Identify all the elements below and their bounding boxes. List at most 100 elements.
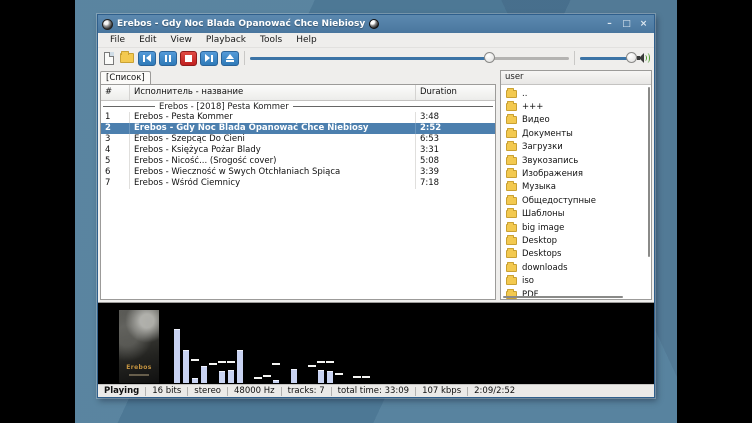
group-line [103, 106, 155, 107]
spectrum-peak-marker [218, 361, 226, 363]
folder-icon [506, 237, 517, 245]
menu-playback[interactable]: Playback [200, 34, 252, 46]
spectrum-bar-slot [282, 303, 288, 383]
track-row[interactable]: 3Erebos - Szepcąc Do Cieni6:53 [101, 134, 495, 145]
status-segment: total time: 33:09 [332, 386, 415, 396]
menu-tools[interactable]: Tools [254, 34, 288, 46]
folder-item[interactable]: PDF [501, 288, 651, 300]
next-button[interactable] [200, 51, 218, 66]
group-line [293, 106, 493, 107]
folder-label: +++ [522, 102, 543, 112]
close-button[interactable]: × [637, 16, 650, 32]
speaker-icon [637, 52, 651, 64]
folder-item[interactable]: Музыка [501, 181, 651, 194]
open-folder-button[interactable] [120, 51, 136, 66]
main-area: [Список] # Исполнитель - название Durati… [98, 68, 654, 302]
track-row[interactable]: 5Erebos - Nicość... (Srogość cover)5:08 [101, 156, 495, 167]
minimize-button[interactable]: – [603, 16, 616, 32]
spectrum-bar [273, 380, 279, 383]
track-title: Erebos - Gdy Noc Blada Opanować Chce Nie… [129, 123, 415, 134]
spectrum-analyzer [174, 303, 652, 383]
album-group-row[interactable]: Erebos - [2018] Pesta Kommer [101, 101, 495, 112]
toolbar [98, 48, 654, 68]
volume-slider[interactable] [580, 51, 635, 66]
track-row[interactable]: 6Erebos - Wieczność w Swych Otchłaniach … [101, 167, 495, 178]
folder-item[interactable]: Видео [501, 114, 651, 127]
eject-button[interactable] [221, 51, 239, 66]
folder-icon [506, 157, 517, 165]
folder-item[interactable]: iso [501, 274, 651, 287]
tab-playlist[interactable]: [Список] [100, 71, 151, 84]
open-file-button[interactable] [101, 51, 117, 66]
spectrum-bar-slot [192, 303, 198, 383]
menu-help[interactable]: Help [290, 34, 323, 46]
folder-item[interactable]: Шаблоны [501, 208, 651, 221]
track-row[interactable]: 2Erebos - Gdy Noc Blada Opanować Chce Ni… [101, 123, 495, 134]
column-header-number[interactable]: # [101, 85, 129, 100]
track-row[interactable]: 7Erebos - Wśród Ciemnicy7:18 [101, 178, 495, 189]
folder-icon [506, 170, 517, 178]
track-number: 7 [101, 178, 129, 189]
column-header-duration[interactable]: Duration [415, 85, 495, 100]
vertical-scrollbar[interactable] [648, 87, 650, 257]
menu-edit[interactable]: Edit [133, 34, 162, 46]
file-browser-header[interactable]: user [501, 71, 651, 85]
album-art: Erebos [119, 310, 159, 383]
seek-handle[interactable] [484, 52, 495, 63]
spectrum-peak-marker [254, 377, 262, 379]
file-browser-panel: user .. +++ ВидеоДокументыЗагрузкиЗвукозап… [500, 70, 652, 300]
menu-view[interactable]: View [165, 34, 198, 46]
spectrum-bar [291, 369, 297, 383]
folder-item[interactable]: Документы [501, 127, 651, 140]
spectrum-bar [228, 370, 234, 383]
folder-item[interactable]: Desktop [501, 234, 651, 247]
volume-handle[interactable] [626, 52, 637, 63]
spectrum-peak-marker [272, 363, 280, 365]
track-row[interactable]: 1Erebos - Pesta Kommer3:48 [101, 112, 495, 123]
column-header-title[interactable]: Исполнитель - название [129, 85, 415, 100]
album-art-subtitle [129, 374, 149, 376]
folder-item[interactable]: downloads [501, 261, 651, 274]
menu-file[interactable]: File [104, 34, 131, 46]
folder-icon [506, 264, 517, 272]
pause-icon [165, 55, 171, 62]
horizontal-scrollbar[interactable] [503, 296, 623, 298]
status-segment: stereo [188, 386, 227, 396]
status-segment: 48000 Hz [228, 386, 281, 396]
folder-label: Desktop [522, 236, 557, 246]
folder-item[interactable]: Звукозапись [501, 154, 651, 167]
spectrum-bar-slot [273, 303, 279, 383]
maximize-button[interactable]: □ [620, 16, 633, 32]
spectrum-bar-slot [201, 303, 207, 383]
track-duration: 6:53 [415, 134, 495, 145]
folder-icon [506, 143, 517, 151]
spectrum-bar [174, 329, 180, 383]
track-title: Erebos - Księżyca Pożar Blady [129, 145, 415, 156]
folder-item[interactable]: Desktops [501, 248, 651, 261]
folder-item[interactable]: Изображения [501, 167, 651, 180]
previous-button[interactable] [138, 51, 156, 66]
spectrum-bar-slot [255, 303, 261, 383]
stop-button[interactable] [180, 51, 198, 66]
folder-item[interactable]: +++ [501, 100, 651, 113]
folder-icon [120, 53, 134, 63]
spectrum-bar-slot [219, 303, 225, 383]
folder-item[interactable]: .. [501, 87, 651, 100]
folder-label: .. [522, 89, 527, 99]
track-duration: 3:31 [415, 145, 495, 156]
folder-item[interactable]: Загрузки [501, 141, 651, 154]
window-title: Erebos - Gdy Noc Blada Opanować Chce Nie… [117, 19, 365, 29]
status-segment: tracks: 7 [282, 386, 331, 396]
folder-item[interactable]: big image [501, 221, 651, 234]
folder-item[interactable]: Общедоступные [501, 194, 651, 207]
spectrum-peak-marker [335, 373, 343, 375]
pause-button[interactable] [159, 51, 177, 66]
track-duration: 3:39 [415, 167, 495, 178]
menu-bar: FileEditViewPlaybackToolsHelp [98, 33, 654, 48]
folder-icon [506, 183, 517, 191]
track-number: 6 [101, 167, 129, 178]
player-window: Erebos - Gdy Noc Blada Opanować Chce Nie… [97, 14, 655, 398]
titlebar[interactable]: Erebos - Gdy Noc Blada Opanować Chce Nie… [98, 15, 654, 33]
track-row[interactable]: 4Erebos - Księżyca Pożar Blady3:31 [101, 145, 495, 156]
seek-slider[interactable] [250, 51, 569, 66]
